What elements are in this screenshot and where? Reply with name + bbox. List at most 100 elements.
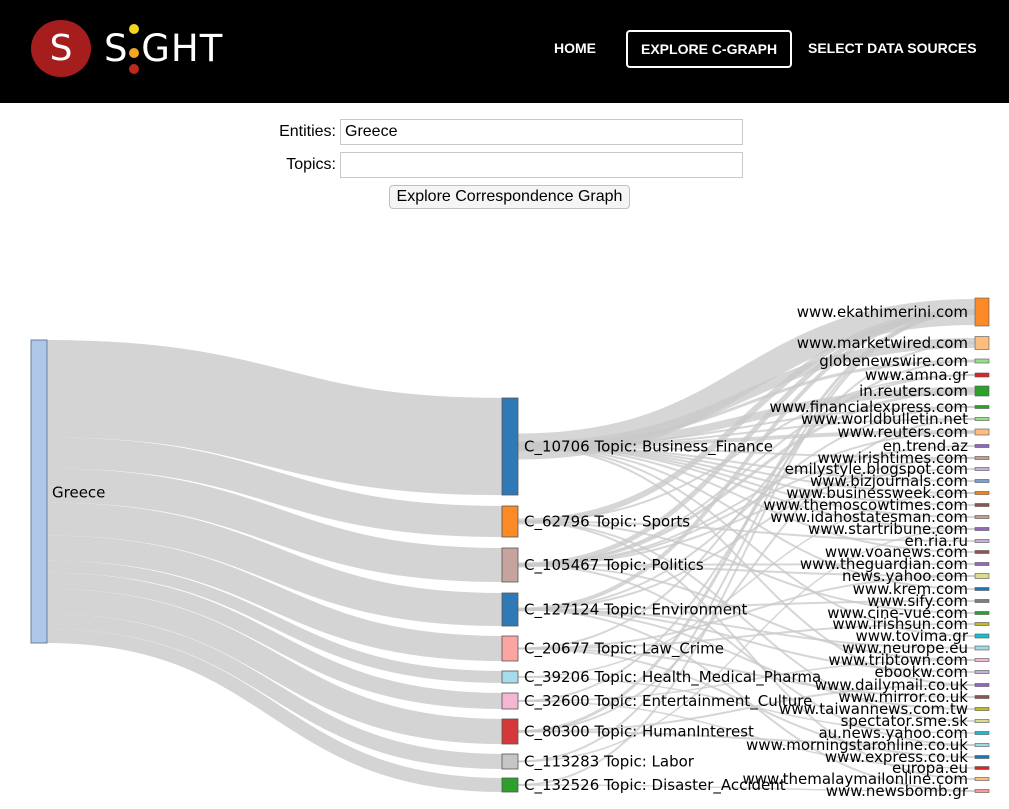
site-node[interactable] — [974, 405, 990, 409]
topic-node[interactable] — [501, 505, 519, 538]
site-node[interactable] — [974, 417, 990, 421]
flow-link — [517, 564, 976, 661]
topics-label: Topics: — [286, 156, 336, 173]
site-node-label: www.dailymail.co.uk — [815, 676, 968, 694]
site-node[interactable] — [974, 670, 990, 674]
source-node[interactable] — [30, 339, 48, 644]
site-node[interactable] — [974, 479, 990, 483]
site-node[interactable] — [974, 491, 990, 495]
flow-link — [46, 572, 503, 710]
site-node-label: www.themalaymailonline.com — [742, 770, 968, 788]
topic-node[interactable] — [501, 777, 519, 793]
topic-node[interactable] — [501, 397, 519, 496]
flow-link — [517, 445, 976, 506]
flow-link — [517, 338, 976, 452]
site-node[interactable] — [974, 372, 990, 378]
flow-link — [517, 431, 976, 566]
flow-link — [517, 659, 976, 702]
site-node[interactable] — [974, 573, 990, 579]
flow-link — [517, 457, 976, 611]
flow-link — [517, 608, 976, 673]
site-node[interactable] — [974, 633, 990, 639]
flow-link — [517, 647, 976, 758]
logo-badge[interactable]: S — [31, 20, 91, 77]
entities-input[interactable] — [340, 119, 743, 145]
site-node[interactable] — [974, 336, 990, 350]
site-node[interactable] — [974, 731, 990, 735]
site-node-label: www.themoscowtimes.com — [763, 496, 968, 514]
flow-link — [517, 520, 976, 722]
topic-node-label: C_39206 Topic: Health_Medical_Pharma — [524, 668, 821, 687]
topic-node[interactable] — [501, 592, 519, 627]
site-node[interactable] — [974, 743, 990, 747]
site-node[interactable] — [974, 683, 990, 687]
site-node-label: www.cine-vue.com — [827, 604, 968, 622]
site-node[interactable] — [974, 789, 990, 793]
site-node[interactable] — [974, 503, 990, 507]
logo-wordmark[interactable]: S GHT — [104, 27, 223, 70]
flow-link — [517, 309, 976, 525]
site-node-label: globenewswire.com — [819, 352, 968, 370]
site-node[interactable] — [974, 719, 990, 723]
site-node-label: in.reuters.com — [859, 382, 968, 400]
flow-link — [517, 700, 976, 769]
flow-link — [517, 418, 976, 448]
topic-node[interactable] — [501, 753, 519, 770]
nav-home-link[interactable]: HOME — [554, 34, 596, 62]
site-node[interactable] — [974, 539, 990, 543]
site-node[interactable] — [974, 385, 990, 397]
topic-node[interactable] — [501, 670, 519, 684]
site-node[interactable] — [974, 358, 990, 364]
site-node[interactable] — [974, 527, 990, 531]
site-node-label: www.taiwannews.com.tw — [779, 700, 968, 718]
site-node[interactable] — [974, 444, 990, 448]
topic-node-label: C_10706 Topic: Business_Finance — [524, 438, 773, 457]
flow-link — [517, 406, 976, 448]
site-node[interactable] — [974, 645, 990, 651]
topic-node[interactable] — [501, 635, 519, 662]
site-node[interactable] — [974, 562, 990, 566]
site-node[interactable] — [974, 611, 990, 615]
site-node-label: www.marketwired.com — [797, 334, 968, 352]
flow-link — [517, 600, 976, 611]
site-node[interactable] — [974, 297, 990, 327]
flow-link — [46, 560, 503, 684]
logo-dot-icon — [129, 24, 139, 34]
site-node[interactable] — [974, 587, 990, 591]
flow-link — [517, 676, 976, 734]
site-node[interactable] — [974, 658, 990, 662]
site-node[interactable] — [974, 550, 990, 554]
site-node[interactable] — [974, 766, 990, 770]
nav-explore-cgraph-link[interactable]: EXPLORE C-GRAPH — [626, 30, 793, 68]
nav-select-data-sources-link[interactable]: SELECT DATA SOURCES — [808, 34, 977, 62]
flow-link — [517, 647, 976, 698]
logo-dot-icon — [129, 48, 139, 58]
explore-correspondence-graph-button[interactable]: Explore Correspondence Graph — [389, 185, 630, 209]
topic-node[interactable] — [501, 718, 519, 745]
flow-link — [517, 575, 976, 650]
flow-link — [517, 387, 976, 451]
flow-link — [517, 445, 976, 459]
topic-node[interactable] — [501, 692, 519, 710]
flow-link — [46, 502, 503, 627]
topics-input[interactable] — [340, 152, 743, 178]
site-node[interactable] — [974, 695, 990, 699]
flow-link — [517, 563, 976, 566]
topic-node-label: C_20677 Topic: Law_Crime — [524, 640, 724, 659]
flow-link — [517, 492, 976, 678]
site-node[interactable] — [974, 467, 990, 471]
site-node[interactable] — [974, 456, 990, 460]
site-node[interactable] — [974, 707, 990, 711]
topic-node[interactable] — [501, 547, 519, 583]
site-node[interactable] — [974, 428, 990, 436]
site-node[interactable] — [974, 599, 990, 603]
site-node[interactable] — [974, 622, 990, 626]
flow-link — [517, 374, 976, 566]
flow-link — [517, 445, 976, 553]
site-node[interactable] — [974, 777, 990, 781]
top-navbar: S S GHT HOME EXPLORE C-GRAPH SELECT DATA… — [0, 0, 1009, 103]
site-node-label: www.theguardian.com — [800, 555, 968, 573]
site-node[interactable] — [974, 755, 990, 759]
flow-link — [517, 520, 976, 780]
site-node[interactable] — [974, 515, 990, 519]
